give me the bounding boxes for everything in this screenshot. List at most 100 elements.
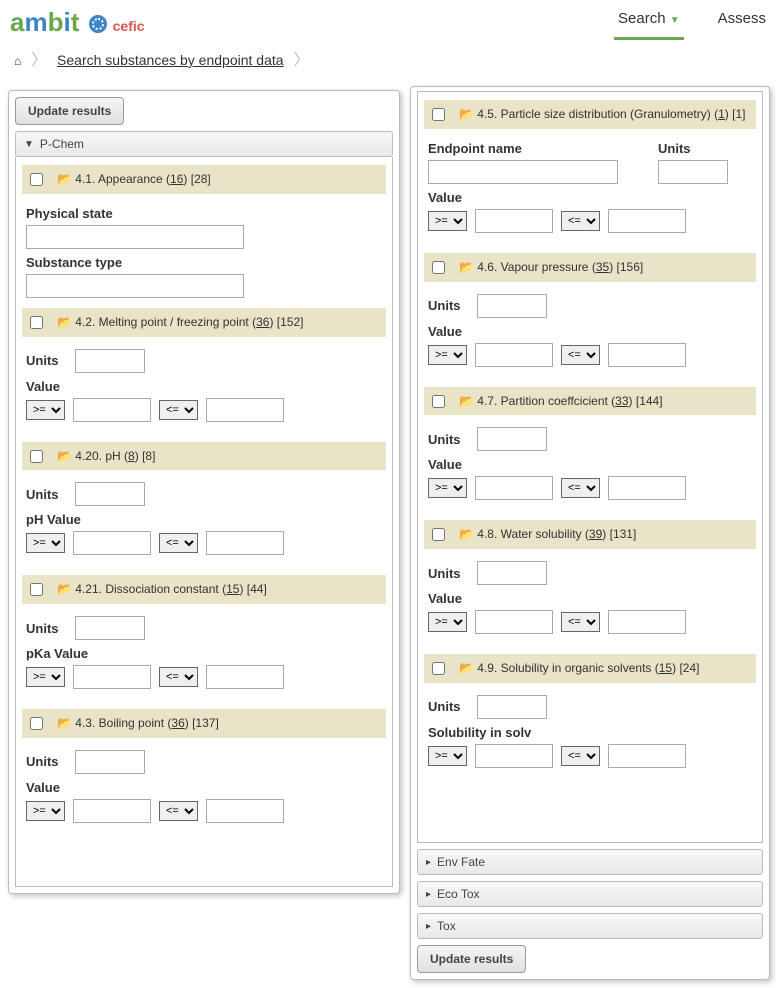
right-scroll[interactable]: 📂 4.5. Particle size distribution (Granu… <box>417 91 763 843</box>
input-val-max[interactable] <box>608 610 686 634</box>
triangle-right-icon: ▸ <box>426 889 431 900</box>
select-gte[interactable]: >= <box>428 478 467 498</box>
checkbox-melting[interactable] <box>30 316 43 329</box>
label-units: Units <box>428 566 461 581</box>
link-count[interactable]: 1 <box>718 107 725 121</box>
folder-icon: 📂 <box>459 661 474 675</box>
input-val-min[interactable] <box>475 744 553 768</box>
link-count[interactable]: 36 <box>171 716 184 730</box>
select-gte[interactable]: >= <box>428 612 467 632</box>
input-units-vapour[interactable] <box>477 294 547 318</box>
input-val-min[interactable] <box>73 398 151 422</box>
checkbox-partition[interactable] <box>432 395 445 408</box>
link-count[interactable]: 15 <box>226 582 239 596</box>
update-results-button-bottom[interactable]: Update results <box>417 945 526 973</box>
link-count[interactable]: 16 <box>170 172 183 186</box>
input-units-water[interactable] <box>477 561 547 585</box>
input-units-dissoc[interactable] <box>75 616 145 640</box>
input-val-max[interactable] <box>206 398 284 422</box>
input-physical-state[interactable] <box>26 225 244 249</box>
select-lte[interactable]: <= <box>561 478 600 498</box>
input-val-max[interactable] <box>206 799 284 823</box>
select-lte[interactable]: <= <box>561 612 600 632</box>
label-endpoint-name: Endpoint name <box>428 141 618 156</box>
input-val-max[interactable] <box>206 531 284 555</box>
input-val-max[interactable] <box>608 209 686 233</box>
select-lte[interactable]: <= <box>561 345 600 365</box>
folder-icon: 📂 <box>459 394 474 408</box>
select-gte[interactable]: >= <box>26 667 65 687</box>
checkbox-vapour[interactable] <box>432 261 445 274</box>
select-gte[interactable]: >= <box>428 211 467 231</box>
folder-icon: 📂 <box>459 260 474 274</box>
cefic-icon <box>89 15 107 33</box>
select-lte[interactable]: <= <box>561 746 600 766</box>
value-row-partition: >= <= <box>428 476 752 500</box>
label-value: Value <box>428 591 752 606</box>
nav-assess[interactable]: Assess <box>714 4 770 40</box>
select-gte[interactable]: >= <box>26 533 65 553</box>
breadcrumb-link[interactable]: Search substances by endpoint data <box>57 52 284 68</box>
input-val-min[interactable] <box>73 531 151 555</box>
input-val-min[interactable] <box>475 343 553 367</box>
input-units-particle[interactable] <box>658 160 728 184</box>
label-value: Value <box>26 379 382 394</box>
input-units-ph[interactable] <box>75 482 145 506</box>
accordion-tox[interactable]: ▸Tox <box>417 913 763 939</box>
accordion-envfate[interactable]: ▸Env Fate <box>417 849 763 875</box>
value-row-org: >= <= <box>428 744 752 768</box>
input-val-min[interactable] <box>475 476 553 500</box>
checkbox-dissoc[interactable] <box>30 583 43 596</box>
input-substance-type[interactable] <box>26 274 244 298</box>
link-count[interactable]: 15 <box>659 661 672 675</box>
select-lte[interactable]: <= <box>159 533 198 553</box>
input-units-org[interactable] <box>477 695 547 719</box>
checkbox-ph[interactable] <box>30 450 43 463</box>
input-val-min[interactable] <box>475 209 553 233</box>
link-count[interactable]: 33 <box>615 394 628 408</box>
checkbox-appearance[interactable] <box>30 173 43 186</box>
checkbox-boiling[interactable] <box>30 717 43 730</box>
checkbox-org-sol[interactable] <box>432 662 445 675</box>
select-lte[interactable]: <= <box>561 211 600 231</box>
select-lte[interactable]: <= <box>159 801 198 821</box>
header: ambit cefic Search ▼ Assess <box>0 0 780 40</box>
input-endpoint-name[interactable] <box>428 160 618 184</box>
value-row-pka: >= <= <box>26 665 382 689</box>
link-count[interactable]: 35 <box>596 260 609 274</box>
select-lte[interactable]: <= <box>159 667 198 687</box>
select-lte[interactable]: <= <box>159 400 198 420</box>
input-val-max[interactable] <box>206 665 284 689</box>
input-val-min[interactable] <box>475 610 553 634</box>
pchem-scroll[interactable]: 📂 4.1. Appearance (16) [28] Physical sta… <box>15 157 393 887</box>
nav: Search ▼ Assess <box>614 4 770 40</box>
input-val-max[interactable] <box>608 744 686 768</box>
nav-search[interactable]: Search ▼ <box>614 4 684 40</box>
checkbox-water-sol[interactable] <box>432 528 445 541</box>
home-icon[interactable]: ⌂ <box>14 54 21 68</box>
accordion-ecotox[interactable]: ▸Eco Tox <box>417 881 763 907</box>
input-units-melting[interactable] <box>75 349 145 373</box>
link-count[interactable]: 36 <box>256 315 269 329</box>
link-count[interactable]: 8 <box>128 449 135 463</box>
input-units-boiling[interactable] <box>75 750 145 774</box>
select-gte[interactable]: >= <box>26 400 65 420</box>
category-melting: 📂 4.2. Melting point / freezing point (3… <box>22 308 386 337</box>
checkbox-particle[interactable] <box>432 108 445 121</box>
category-dissoc: 📂 4.21. Dissociation constant (15) [44] <box>22 575 386 604</box>
accordion-pchem[interactable]: ▼P-Chem <box>15 131 393 157</box>
label-value: Value <box>26 780 382 795</box>
select-gte[interactable]: >= <box>428 345 467 365</box>
update-results-button[interactable]: Update results <box>15 97 124 125</box>
category-vapour: 📂 4.6. Vapour pressure (35) [156] <box>424 253 756 282</box>
breadcrumb: ⌂ 〉 Search substances by endpoint data 〉 <box>0 40 780 82</box>
input-val-min[interactable] <box>73 799 151 823</box>
input-units-partition[interactable] <box>477 427 547 451</box>
input-val-min[interactable] <box>73 665 151 689</box>
link-count[interactable]: 39 <box>589 527 602 541</box>
select-gte[interactable]: >= <box>428 746 467 766</box>
select-gte[interactable]: >= <box>26 801 65 821</box>
input-val-max[interactable] <box>608 343 686 367</box>
value-row-boiling: >= <= <box>26 799 382 823</box>
input-val-max[interactable] <box>608 476 686 500</box>
